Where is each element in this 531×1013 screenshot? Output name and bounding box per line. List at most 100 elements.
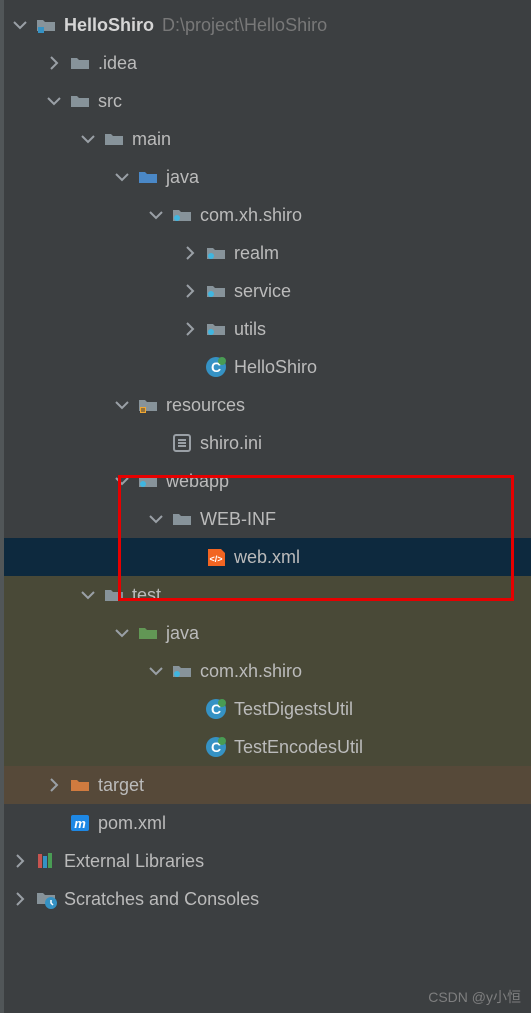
tree-item-project-root[interactable]: HelloShiro D:\project\HelloShiro bbox=[0, 6, 531, 44]
chevron-right-icon[interactable] bbox=[10, 889, 30, 909]
spacer bbox=[180, 699, 200, 719]
chevron-down-icon[interactable] bbox=[10, 15, 30, 35]
tree-item-pom[interactable]: pom.xml bbox=[0, 804, 531, 842]
chevron-down-icon[interactable] bbox=[44, 91, 64, 111]
spacer bbox=[146, 433, 166, 453]
tree-item-java-test[interactable]: java bbox=[0, 614, 531, 652]
tree-label: src bbox=[98, 91, 122, 112]
tree-item-package-main[interactable]: com.xh.shiro bbox=[0, 196, 531, 234]
module-folder-icon bbox=[34, 13, 58, 37]
chevron-down-icon[interactable] bbox=[146, 205, 166, 225]
tree-label: Scratches and Consoles bbox=[64, 889, 259, 910]
tree-item-shiro-ini[interactable]: shiro.ini bbox=[0, 424, 531, 462]
chevron-right-icon[interactable] bbox=[180, 243, 200, 263]
xml-file-icon bbox=[204, 545, 228, 569]
resources-folder-icon bbox=[136, 393, 160, 417]
tree-item-web-xml[interactable]: web.xml bbox=[0, 538, 531, 576]
tree-label: com.xh.shiro bbox=[200, 205, 302, 226]
tree-label: target bbox=[98, 775, 144, 796]
tree-label: WEB-INF bbox=[200, 509, 276, 530]
excluded-folder-icon bbox=[68, 773, 92, 797]
tree-item-webapp[interactable]: webapp bbox=[0, 462, 531, 500]
java-class-icon bbox=[204, 735, 228, 759]
tree-item-realm[interactable]: realm bbox=[0, 234, 531, 272]
tree-label: test bbox=[132, 585, 161, 606]
tree-label: main bbox=[132, 129, 171, 150]
chevron-right-icon[interactable] bbox=[44, 53, 64, 73]
tree-item-idea[interactable]: .idea bbox=[0, 44, 531, 82]
java-class-icon bbox=[204, 697, 228, 721]
tree-item-target[interactable]: target bbox=[0, 766, 531, 804]
package-icon bbox=[170, 659, 194, 683]
chevron-down-icon[interactable] bbox=[112, 471, 132, 491]
maven-icon bbox=[68, 811, 92, 835]
tree-item-package-test[interactable]: com.xh.shiro bbox=[0, 652, 531, 690]
project-path: D:\project\HelloShiro bbox=[162, 15, 327, 36]
tree-label: resources bbox=[166, 395, 245, 416]
folder-icon bbox=[68, 51, 92, 75]
chevron-right-icon[interactable] bbox=[44, 775, 64, 795]
tree-label: realm bbox=[234, 243, 279, 264]
tree-item-src[interactable]: src bbox=[0, 82, 531, 120]
tree-label: shiro.ini bbox=[200, 433, 262, 454]
tree-item-service[interactable]: service bbox=[0, 272, 531, 310]
package-icon bbox=[204, 317, 228, 341]
spacer bbox=[44, 813, 64, 833]
chevron-down-icon[interactable] bbox=[78, 129, 98, 149]
tree-label: pom.xml bbox=[98, 813, 166, 834]
test-folder-icon bbox=[136, 621, 160, 645]
tree-label: TestEncodesUtil bbox=[234, 737, 363, 758]
tree-item-main[interactable]: main bbox=[0, 120, 531, 158]
tree-item-java-main[interactable]: java bbox=[0, 158, 531, 196]
tree-item-external-libraries[interactable]: External Libraries bbox=[0, 842, 531, 880]
package-icon bbox=[204, 241, 228, 265]
chevron-down-icon[interactable] bbox=[112, 623, 132, 643]
spacer bbox=[180, 547, 200, 567]
tree-item-resources[interactable]: resources bbox=[0, 386, 531, 424]
tree-item-test-encodes[interactable]: TestEncodesUtil bbox=[0, 728, 531, 766]
chevron-down-icon[interactable] bbox=[112, 395, 132, 415]
scratches-icon bbox=[34, 887, 58, 911]
spacer bbox=[180, 737, 200, 757]
source-folder-icon bbox=[136, 165, 160, 189]
tree-item-test[interactable]: test bbox=[0, 576, 531, 614]
folder-icon bbox=[170, 507, 194, 531]
folder-icon bbox=[102, 583, 126, 607]
package-icon bbox=[170, 203, 194, 227]
java-class-icon bbox=[204, 355, 228, 379]
chevron-down-icon[interactable] bbox=[78, 585, 98, 605]
tree-label: HelloShiro bbox=[234, 357, 317, 378]
tree-label: com.xh.shiro bbox=[200, 661, 302, 682]
tree-item-hello-shiro-class[interactable]: HelloShiro bbox=[0, 348, 531, 386]
folder-icon bbox=[102, 127, 126, 151]
project-name: HelloShiro bbox=[64, 15, 154, 36]
tree-label: java bbox=[166, 623, 199, 644]
tree-item-utils[interactable]: utils bbox=[0, 310, 531, 348]
tree-label: .idea bbox=[98, 53, 137, 74]
ini-file-icon bbox=[170, 431, 194, 455]
chevron-down-icon[interactable] bbox=[146, 509, 166, 529]
spacer bbox=[180, 357, 200, 377]
chevron-right-icon[interactable] bbox=[10, 851, 30, 871]
folder-icon bbox=[68, 89, 92, 113]
tree-item-scratches[interactable]: Scratches and Consoles bbox=[0, 880, 531, 918]
tree-label: web.xml bbox=[234, 547, 300, 568]
chevron-right-icon[interactable] bbox=[180, 281, 200, 301]
tree-label: java bbox=[166, 167, 199, 188]
chevron-right-icon[interactable] bbox=[180, 319, 200, 339]
watermark: CSDN @y小恒 bbox=[428, 987, 521, 1007]
tree-label: service bbox=[234, 281, 291, 302]
tree-label: utils bbox=[234, 319, 266, 340]
project-tree[interactable]: HelloShiro D:\project\HelloShiro .idea s… bbox=[0, 0, 531, 918]
web-folder-icon bbox=[136, 469, 160, 493]
gutter bbox=[0, 0, 4, 1013]
tree-item-web-inf[interactable]: WEB-INF bbox=[0, 500, 531, 538]
tree-label: TestDigestsUtil bbox=[234, 699, 353, 720]
chevron-down-icon[interactable] bbox=[112, 167, 132, 187]
tree-label: webapp bbox=[166, 471, 229, 492]
tree-label: External Libraries bbox=[64, 851, 204, 872]
tree-item-test-digests[interactable]: TestDigestsUtil bbox=[0, 690, 531, 728]
package-icon bbox=[204, 279, 228, 303]
chevron-down-icon[interactable] bbox=[146, 661, 166, 681]
libraries-icon bbox=[34, 849, 58, 873]
